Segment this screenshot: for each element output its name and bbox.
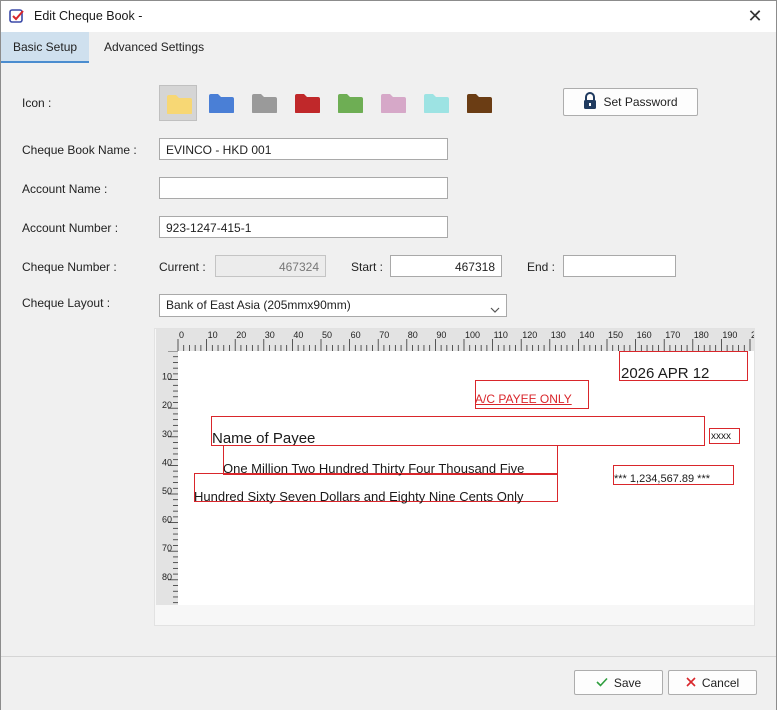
folder-icon[interactable] — [159, 85, 197, 121]
tab-bar: Basic Setup Advanced Settings — [1, 32, 776, 64]
ruler-top-label: 160 — [637, 330, 652, 340]
amount-figures-text: *** 1,234,567.89 *** — [614, 473, 711, 485]
cheque-layout-value: Bank of East Asia (205mmx90mm) — [166, 298, 351, 312]
ruler-top-label: 110 — [494, 330, 508, 340]
cheque-layout-select[interactable]: Bank of East Asia (205mmx90mm) — [159, 294, 507, 317]
ruler-left-label: 40 — [162, 457, 172, 467]
close-icon[interactable]: ✕ — [746, 7, 764, 25]
ruler-top-label: 70 — [379, 330, 389, 340]
ruler-top-label: 0 — [179, 330, 184, 340]
cancel-label: Cancel — [701, 675, 740, 690]
xxxx-text: xxxx — [711, 431, 731, 442]
ruler-top-label: 120 — [522, 330, 537, 340]
folder-icon[interactable] — [374, 85, 412, 121]
ruler-top-label: 50 — [322, 330, 332, 340]
account-number-field[interactable]: 923-1247-415-1 — [159, 216, 448, 238]
app-icon — [9, 8, 25, 24]
ruler-top-label: 180 — [694, 330, 709, 340]
cheque-layout-label: Cheque Layout : — [22, 296, 111, 310]
start-number-field[interactable]: 467318 — [390, 255, 502, 277]
tab-advanced-settings[interactable]: Advanced Settings — [92, 32, 216, 63]
ruler-left-label: 60 — [162, 515, 172, 525]
lock-icon — [583, 91, 597, 113]
start-label: Start : — [351, 260, 384, 274]
ruler-top-label: 60 — [351, 330, 361, 340]
ruler-left-label: 50 — [162, 486, 172, 496]
account-name-field[interactable] — [159, 177, 448, 199]
edit-cheque-book-dialog: Edit Cheque Book - ✕ Basic Setup Advance… — [0, 0, 777, 710]
check-icon — [596, 676, 608, 690]
account-number-label: Account Number : — [22, 221, 119, 235]
folder-icon[interactable] — [202, 85, 240, 121]
end-number-field[interactable] — [563, 255, 676, 277]
set-password-button[interactable]: Set Password — [563, 88, 698, 116]
ruler-top-label: 130 — [551, 330, 566, 340]
ruler-top-label: 20 — [236, 330, 246, 340]
folder-icon[interactable] — [245, 85, 283, 121]
current-label: Current : — [159, 260, 206, 274]
ruler-left-label: 0 — [162, 351, 167, 353]
account-name-label: Account Name : — [22, 182, 108, 196]
cheque-number-label: Cheque Number : — [22, 260, 117, 274]
ruler-top-label: 100 — [465, 330, 480, 340]
ruler-left-label: 20 — [162, 400, 172, 410]
save-label: Save — [613, 675, 642, 690]
icon-label: Icon : — [22, 96, 52, 110]
ruler-top-label: 150 — [608, 330, 623, 340]
ruler-top-label: 80 — [408, 330, 418, 340]
end-label: End : — [527, 260, 556, 274]
tab-basic-setup[interactable]: Basic Setup — [1, 32, 90, 63]
folder-icon[interactable] — [288, 85, 326, 121]
cheque-book-name-field[interactable]: EVINCO - HKD 001 — [159, 138, 448, 160]
ruler-left-label: 10 — [162, 372, 172, 382]
ruler-left-label: 70 — [162, 543, 172, 553]
ruler-top-label: 30 — [265, 330, 275, 340]
save-button[interactable]: Save — [574, 670, 663, 695]
close-icon — [686, 676, 696, 690]
folder-icon[interactable] — [460, 85, 498, 121]
ruler-top-label: 10 — [208, 330, 218, 340]
ruler-top-label: 140 — [579, 330, 594, 340]
ruler-left-label: 30 — [162, 429, 172, 439]
ruler-top-label: 170 — [665, 330, 680, 340]
title-bar: Edit Cheque Book - ✕ — [1, 1, 776, 32]
ruler-top-label: 90 — [436, 330, 446, 340]
ruler-top-label: 20 — [751, 330, 754, 340]
chevron-down-icon — [490, 300, 500, 321]
set-password-label: Set Password — [603, 95, 678, 109]
ruler-horizontal: 0 10 20 30 40 50 60 70 80 90 100 110 120 130 140 150 160… — [156, 329, 761, 351]
cheque-book-name-label: Cheque Book Name : — [22, 143, 137, 157]
cancel-button[interactable]: Cancel — [668, 670, 757, 695]
crossing-text: A/C PAYEE ONLY — [475, 392, 572, 406]
date-text: 2026 APR 12 — [621, 365, 710, 382]
folder-icon[interactable] — [417, 85, 455, 121]
current-number-field: 467324 — [215, 255, 326, 277]
ruler-vertical: 0 10 20 30 40 50 60 70 80 — [156, 343, 178, 605]
folder-icon[interactable] — [331, 85, 369, 121]
amount-words-line2: Hundred Sixty Seven Dollars and Eighty N… — [194, 489, 524, 504]
ruler-left-label: 80 — [162, 572, 172, 582]
ruler-top-label: 40 — [293, 330, 303, 340]
ruler-top-label: 190 — [722, 330, 737, 340]
window-title: Edit Cheque Book - — [34, 9, 143, 23]
